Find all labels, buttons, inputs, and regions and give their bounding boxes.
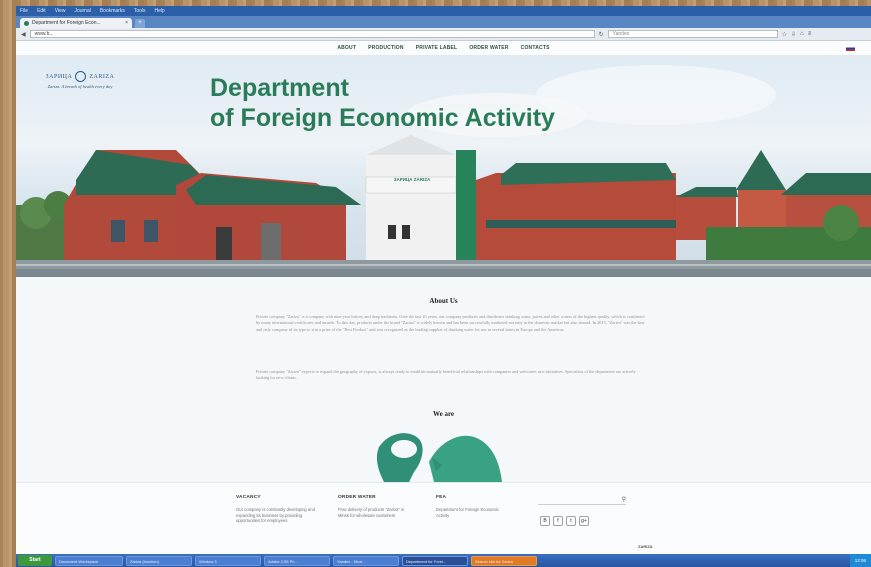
nav-production[interactable]: PRODUCTION: [368, 45, 404, 51]
social-links: B f t g+: [540, 516, 589, 526]
nav-about[interactable]: ABOUT: [337, 45, 356, 51]
taskbar-item-4[interactable]: Adobe CS5 Ph...: [264, 555, 330, 566]
hero-title-line1: Department: [210, 74, 349, 102]
site-navigation: ABOUT PRODUCTION PRIVATE LABEL ORDER WAT…: [16, 41, 871, 55]
bookmark-star-icon[interactable]: ☆: [782, 31, 787, 38]
taskbar-item-7[interactable]: Search site for Zariza: [471, 555, 537, 566]
menu-edit[interactable]: Edit: [37, 8, 46, 14]
home-icon[interactable]: ⌂: [800, 31, 804, 37]
menu-tools[interactable]: Tools: [134, 8, 146, 14]
downloads-icon[interactable]: ⇩: [791, 31, 796, 38]
taskbar-item-2[interactable]: Zariza (function): [126, 555, 192, 566]
browser-menu-bar: File Edit View Journal Bookmarks Tools H…: [16, 6, 871, 16]
nav-order-water[interactable]: ORDER WATER: [469, 45, 508, 51]
start-button[interactable]: Start: [18, 555, 52, 566]
nav-contacts[interactable]: CONTACTS: [521, 45, 550, 51]
search-input[interactable]: Yandex: [607, 30, 778, 38]
building-sign: ЗАРИЦА ZARIZA: [393, 177, 431, 182]
logo-emblem-icon: [75, 71, 87, 82]
taskbar-item-6[interactable]: Department for Forei...: [402, 555, 468, 566]
browser-tab-bar: Department for Foreign Econ... × +: [16, 16, 871, 28]
menu-bookmarks[interactable]: Bookmarks: [100, 8, 125, 14]
about-paragraph-1: Private company "Zariza" is a company wi…: [256, 314, 645, 332]
about-paragraph-2: Private company "Zariza" expects to expa…: [256, 369, 636, 381]
system-tray-clock[interactable]: 12:06: [849, 554, 871, 567]
footer-credit[interactable]: ZARIZA: [638, 544, 653, 549]
social-googleplus-icon[interactable]: g+: [579, 516, 589, 526]
search-icon[interactable]: ⚲: [622, 496, 626, 503]
menu-view[interactable]: View: [55, 8, 66, 14]
footer-vacancy-title[interactable]: VACANCY: [236, 495, 316, 500]
about-title: About Us: [429, 297, 458, 305]
browser-tab-active[interactable]: Department for Foreign Econ... ×: [20, 18, 132, 28]
footer-order-water-text: Free delivery of products "Zariza" in Mi…: [338, 507, 405, 518]
hero-banner: ЗАРИЦА ZARIZA Zariza. A breath of health…: [16, 55, 871, 277]
logo-text-left: ЗАРИЦА: [45, 73, 73, 80]
back-icon[interactable]: ◀: [21, 31, 26, 38]
site-footer: VACANCY Our company is constantly develo…: [16, 482, 871, 554]
menu-icon[interactable]: ≡: [808, 31, 812, 37]
tab-title: Department for Foreign Econ...: [32, 20, 101, 26]
windows-taskbar: Start Document Workspace Zariza (functio…: [16, 554, 871, 567]
close-tab-icon[interactable]: ×: [125, 20, 128, 26]
social-b-icon[interactable]: B: [540, 516, 550, 526]
footer-order-water-title[interactable]: ORDER WATER: [338, 495, 408, 500]
footer-col-vacancy: VACANCY Our company is constantly develo…: [236, 495, 316, 524]
footer-col-fea: FEA Department for Foreign Economic Acti…: [436, 495, 506, 518]
footer-vacancy-text: Our company is constantly developing and…: [236, 507, 315, 523]
nav-private-label[interactable]: PRIVATE LABEL: [416, 45, 458, 51]
social-twitter-icon[interactable]: t: [566, 516, 576, 526]
about-section: About Us Private company "Zariza" is a c…: [16, 277, 871, 482]
hero-title: Department of Foreign Economic Activity: [210, 73, 555, 133]
footer-col-order-water: ORDER WATER Free delivery of products "Z…: [338, 495, 408, 518]
taskbar-item-1[interactable]: Document Workspace: [55, 555, 123, 566]
taskbar-item-3[interactable]: Window 3: [195, 555, 261, 566]
logo-tagline: Zariza. A breath of health every day: [47, 84, 113, 89]
menu-journal[interactable]: Journal: [74, 8, 90, 14]
language-flag-icon[interactable]: [846, 46, 855, 51]
hero-title-line2: of Foreign Economic Activity: [210, 104, 555, 132]
menu-help[interactable]: Help: [155, 8, 165, 14]
monitor-screen: File Edit View Journal Bookmarks Tools H…: [16, 6, 871, 567]
menu-file[interactable]: File: [20, 8, 28, 14]
url-input[interactable]: www.b...: [29, 30, 595, 38]
address-toolbar: ◀ www.b... ↻ Yandex ☆ ⇩ ⌂ ≡: [16, 28, 871, 41]
footer-search-input[interactable]: ⚲: [538, 497, 626, 505]
reload-icon[interactable]: ↻: [599, 31, 604, 38]
footer-fea-text: Department for Foreign Economic Activity: [436, 507, 499, 518]
footer-fea-title[interactable]: FEA: [436, 495, 506, 500]
world-map-graphic: [376, 433, 502, 482]
logo-text-right: ZARIZA: [89, 73, 115, 80]
web-page: ABOUT PRODUCTION PRIVATE LABEL ORDER WAT…: [16, 41, 871, 554]
new-tab-button[interactable]: +: [135, 19, 145, 28]
social-facebook-icon[interactable]: f: [553, 516, 563, 526]
site-logo[interactable]: ЗАРИЦА ZARIZA Zariza. A breath of health…: [34, 71, 126, 89]
taskbar-item-5[interactable]: Yandex - Mozi...: [333, 555, 399, 566]
favicon-icon: [24, 20, 29, 26]
